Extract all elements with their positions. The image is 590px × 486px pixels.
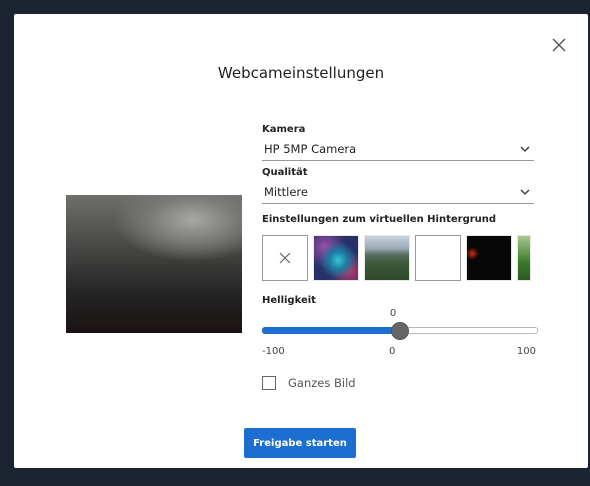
brightness-label: Helligkeit xyxy=(262,295,316,306)
full-image-label: Ganzes Bild xyxy=(288,376,356,390)
quality-select-value: Mittlere xyxy=(264,185,308,199)
settings-panel: Kamera HP 5MP Camera Qualität Mittlere E… xyxy=(262,124,538,390)
background-label: Einstellungen zum virtuellen Hintergrund xyxy=(262,214,497,225)
background-option-none[interactable] xyxy=(262,235,308,281)
slider-mid-label: 0 xyxy=(389,346,396,357)
background-option-white[interactable] xyxy=(415,235,461,281)
quality-label: Qualität xyxy=(262,167,308,178)
background-option-landscape[interactable] xyxy=(364,235,410,281)
dialog-title: Webcameinstellungen xyxy=(217,64,385,82)
slider-max-label: 100 xyxy=(516,346,536,357)
close-icon xyxy=(552,38,566,52)
camera-select-value: HP 5MP Camera xyxy=(264,142,357,156)
slider-handle[interactable] xyxy=(391,322,409,340)
background-option-dark-space[interactable] xyxy=(466,235,512,281)
full-image-checkbox[interactable] xyxy=(262,376,276,390)
slider-fill xyxy=(262,327,399,334)
webcam-settings-dialog: Webcameinstellungen Kamera HP 5MP Camera… xyxy=(14,14,588,468)
background-option-aurora[interactable] xyxy=(313,235,359,281)
quality-select[interactable]: Mittlere xyxy=(262,183,534,204)
none-icon xyxy=(279,252,291,264)
full-image-option[interactable]: Ganzes Bild xyxy=(262,376,534,390)
webcam-preview xyxy=(66,195,242,333)
start-sharing-button[interactable]: Freigabe starten xyxy=(244,428,356,458)
close-button[interactable] xyxy=(550,36,568,54)
camera-select[interactable]: HP 5MP Camera xyxy=(262,140,534,161)
slider-min-label: -100 xyxy=(262,346,285,357)
background-option-green-field[interactable] xyxy=(517,235,531,281)
chevron-down-icon xyxy=(520,189,530,195)
chevron-down-icon xyxy=(520,146,530,152)
background-options xyxy=(262,235,534,281)
camera-label: Kamera xyxy=(262,124,306,135)
brightness-slider[interactable]: 0 -100 0 100 xyxy=(262,306,538,366)
brightness-value: 0 xyxy=(389,308,397,319)
